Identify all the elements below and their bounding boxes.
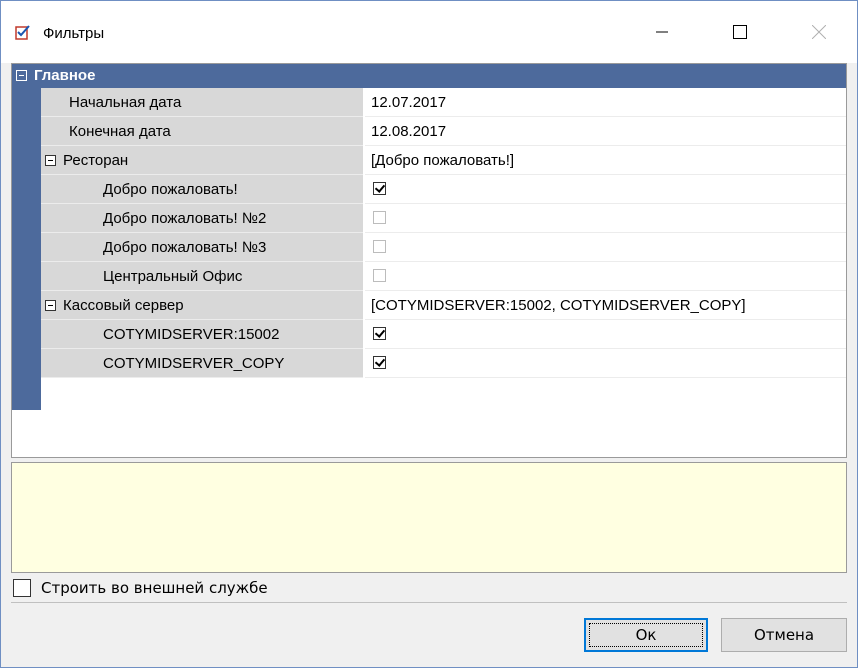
ok-button[interactable]: Ок bbox=[584, 618, 708, 652]
minimize-button[interactable] bbox=[639, 1, 685, 63]
focus-rect bbox=[589, 623, 703, 647]
property-name: Начальная дата bbox=[69, 94, 182, 111]
cancel-label: Отмена bbox=[753, 626, 815, 644]
property-row-server-1[interactable]: COTYMIDSERVER:15002 bbox=[41, 320, 846, 349]
description-panel bbox=[11, 463, 847, 573]
maximize-button[interactable] bbox=[717, 1, 763, 63]
property-name: Добро пожаловать! №3 bbox=[103, 239, 267, 256]
server-2-checkbox[interactable] bbox=[373, 356, 386, 369]
property-row-cash-server[interactable]: Кассовый сервер [COTYMIDSERVER:15002, CO… bbox=[41, 291, 846, 320]
property-row-start-date[interactable]: Начальная дата 12.07.2017 bbox=[41, 88, 846, 117]
property-name: COTYMIDSERVER_COPY bbox=[103, 355, 285, 372]
property-row-restaurant[interactable]: Ресторан [Добро пожаловать!] bbox=[41, 146, 846, 175]
property-value[interactable]: [Добро пожаловать!] bbox=[371, 152, 514, 169]
window-title: Фильтры bbox=[43, 25, 105, 42]
close-icon bbox=[812, 25, 826, 39]
property-value[interactable]: [COTYMIDSERVER:15002, COTYMIDSERVER_COPY… bbox=[371, 297, 746, 314]
category-main[interactable]: Главное bbox=[12, 64, 846, 88]
maximize-icon bbox=[733, 25, 747, 39]
divider bbox=[11, 602, 847, 603]
property-row-restaurant-3[interactable]: Добро пожаловать! №3 bbox=[41, 233, 846, 262]
collapse-icon[interactable] bbox=[45, 155, 56, 166]
property-name: Добро пожаловать! №2 bbox=[103, 210, 267, 227]
category-label: Главное bbox=[34, 67, 96, 84]
property-row-restaurant-1[interactable]: Добро пожаловать! bbox=[41, 175, 846, 204]
restaurant-3-checkbox[interactable] bbox=[373, 240, 386, 253]
property-name: Кассовый сервер bbox=[63, 297, 184, 314]
property-row-restaurant-2[interactable]: Добро пожаловать! №2 bbox=[41, 204, 846, 233]
server-1-checkbox[interactable] bbox=[373, 327, 386, 340]
property-name: Добро пожаловать! bbox=[103, 181, 238, 198]
property-grid: Главное Начальная дата 12.07.2017 Конечн… bbox=[11, 63, 847, 457]
property-value[interactable]: 12.08.2017 bbox=[371, 123, 446, 140]
property-name: Центральный Офис bbox=[103, 268, 243, 285]
property-row-central-office[interactable]: Центральный Офис bbox=[41, 262, 846, 291]
title-bar: Фильтры bbox=[1, 1, 857, 63]
close-button[interactable] bbox=[796, 1, 842, 63]
filters-dialog: Фильтры Главное Начальная дата 12.07.201… bbox=[0, 0, 858, 668]
restaurant-2-checkbox[interactable] bbox=[373, 211, 386, 224]
minimize-icon bbox=[656, 31, 668, 33]
grid-margin bbox=[12, 88, 41, 410]
cancel-button[interactable]: Отмена bbox=[721, 618, 847, 652]
property-name: COTYMIDSERVER:15002 bbox=[103, 326, 280, 343]
property-row-end-date[interactable]: Конечная дата 12.08.2017 bbox=[41, 117, 846, 146]
property-name: Конечная дата bbox=[69, 123, 171, 140]
collapse-icon[interactable] bbox=[16, 70, 27, 81]
external-service-label[interactable]: Строить во внешней службе bbox=[41, 579, 268, 597]
property-row-server-2[interactable]: COTYMIDSERVER_COPY bbox=[41, 349, 846, 378]
checklist-icon bbox=[15, 24, 31, 40]
restaurant-1-checkbox[interactable] bbox=[373, 182, 386, 195]
property-value[interactable]: 12.07.2017 bbox=[371, 94, 446, 111]
central-office-checkbox[interactable] bbox=[373, 269, 386, 282]
collapse-icon[interactable] bbox=[45, 300, 56, 311]
external-service-checkbox[interactable] bbox=[13, 579, 31, 597]
property-name: Ресторан bbox=[63, 152, 129, 169]
